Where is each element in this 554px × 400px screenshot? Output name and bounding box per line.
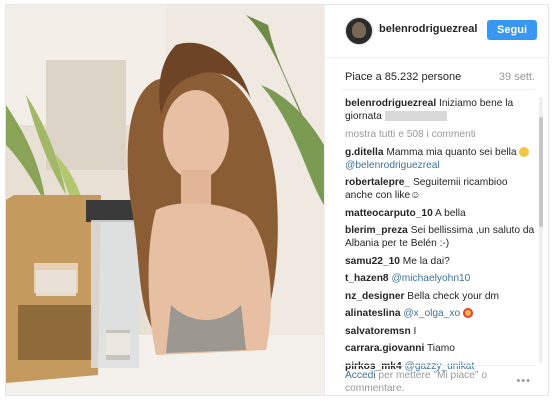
- comment-user[interactable]: belenrodriguezreal: [345, 98, 436, 109]
- comment-item: blerim_preza Sei bellissima ,un saluto d…: [345, 224, 535, 250]
- avatar[interactable]: [345, 17, 373, 45]
- post-sidebar: belenrodriguezreal Segui Piace a 85.232 …: [324, 5, 549, 395]
- post-photo[interactable]: [6, 5, 324, 395]
- comment-user[interactable]: salvatoremsn: [345, 326, 411, 337]
- post-date[interactable]: 39 sett.: [499, 71, 535, 83]
- comment-mention[interactable]: @michaelyohn10: [391, 273, 470, 284]
- divider: [341, 89, 535, 90]
- comment-user[interactable]: nz_designer: [345, 291, 404, 302]
- comment-text: A bella: [435, 207, 466, 219]
- comment-mention[interactable]: @belenrodriguezreal: [345, 160, 440, 171]
- show-all-comments-link[interactable]: mostra tutti e 508 i commenti: [345, 128, 535, 141]
- likes-count[interactable]: Piace a 85.232 persone: [345, 71, 461, 83]
- comments-list: belenrodriguezreal Iniziamo bene la gior…: [345, 97, 535, 377]
- comment-item: carrara.giovanni Tiamo: [345, 342, 535, 355]
- post-card: belenrodriguezreal Segui Piace a 85.232 …: [5, 4, 549, 396]
- comment-user[interactable]: blerim_preza: [345, 225, 408, 236]
- comment-item: alinateslina @x_olga_xo: [345, 307, 535, 320]
- comment-item: nz_designer Bella check your dm: [345, 290, 535, 303]
- comment-text: Tiamo: [426, 343, 455, 354]
- post-header: belenrodriguezreal Segui: [325, 5, 549, 58]
- blurred-text: [384, 111, 447, 122]
- footer-divider: [341, 365, 535, 366]
- comment-user[interactable]: alinateslina: [345, 308, 401, 319]
- comment-text: Me la dai?: [402, 255, 450, 267]
- photo-illustration: [6, 5, 324, 395]
- comment-item: matteocarputo_10 A bella: [345, 207, 535, 220]
- comment-user[interactable]: t_hazen8: [345, 273, 389, 284]
- comment-user[interactable]: matteocarputo_10: [345, 208, 433, 219]
- comment-user[interactable]: samu22_10: [345, 256, 400, 267]
- follow-button[interactable]: Segui: [487, 20, 537, 40]
- author-username[interactable]: belenrodriguezreal: [379, 23, 477, 35]
- comment-text: I: [413, 325, 417, 337]
- comment-item: t_hazen8 @michaelyohn10: [345, 272, 535, 285]
- ellipsis-icon[interactable]: •••: [516, 375, 531, 387]
- comment-item: samu22_10 Me la dai?: [345, 255, 535, 268]
- comments-scrollbar[interactable]: [539, 97, 543, 363]
- comment-item: salvatoremsn I: [345, 325, 535, 338]
- comment-text: Bella check your dm: [407, 290, 500, 302]
- worried-emoji-icon: [519, 146, 530, 157]
- comment-text: Mamma mia quanto sei bella: [386, 146, 517, 158]
- caption: belenrodriguezreal Iniziamo bene la gior…: [345, 97, 535, 123]
- comment-item: robertalepre_ Seguitemii ricambioo anche…: [345, 176, 535, 202]
- login-link[interactable]: Accedi: [345, 370, 376, 381]
- heart-eyes-emoji-icon: [462, 308, 473, 319]
- comment-item: g.ditella Mamma mia quanto sei bella @be…: [345, 146, 535, 172]
- comment-mention[interactable]: @x_olga_xo: [403, 308, 460, 319]
- comment-user[interactable]: carrara.giovanni: [345, 343, 424, 354]
- comment-user[interactable]: robertalepre_: [345, 177, 410, 188]
- scrollbar-thumb[interactable]: [539, 117, 543, 227]
- login-prompt: Accedi per mettere "Mi piace" o commenta…: [345, 369, 515, 395]
- comment-user[interactable]: g.ditella: [345, 147, 384, 158]
